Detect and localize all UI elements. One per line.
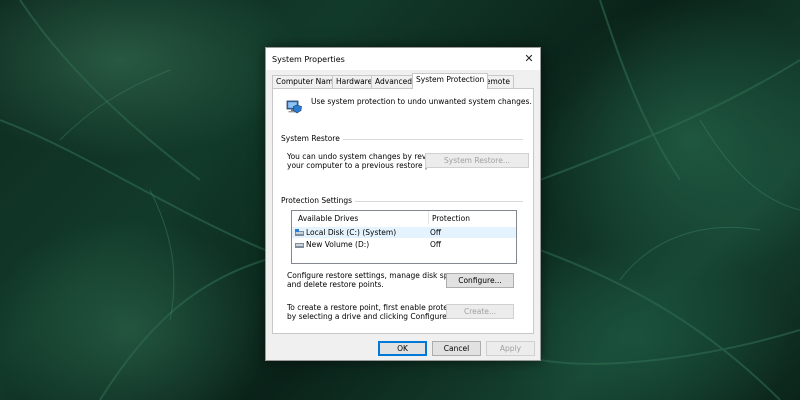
configure-description-line1: Configure restore settings, manage disk … xyxy=(287,271,465,280)
create-description-line2: by selecting a drive and clicking Config… xyxy=(287,312,450,321)
window-title: System Properties xyxy=(272,55,345,64)
tab-system-protection[interactable]: System Protection xyxy=(412,73,489,89)
system-restore-group-label: System Restore xyxy=(281,134,343,143)
drive-protection-status: Off xyxy=(430,228,442,237)
ok-button[interactable]: OK xyxy=(378,341,427,356)
intro-text: Use system protection to undo unwanted s… xyxy=(311,97,532,106)
drive-row-d[interactable]: New Volume (D:) Off xyxy=(292,239,516,250)
system-properties-dialog: System Properties ✕ Computer Name Hardwa… xyxy=(265,47,541,361)
close-icon[interactable]: ✕ xyxy=(518,48,540,70)
create-description-line1: To create a restore point, first enable … xyxy=(287,303,467,312)
apply-button[interactable]: Apply xyxy=(486,341,535,356)
system-protection-panel: Use system protection to undo unwanted s… xyxy=(272,88,534,334)
tab-hardware[interactable]: Hardware xyxy=(332,75,377,88)
configure-button[interactable]: Configure... xyxy=(446,273,514,288)
column-header-available-drives[interactable]: Available Drives xyxy=(298,214,358,223)
column-header-protection[interactable]: Protection xyxy=(432,214,470,223)
create-button[interactable]: Create... xyxy=(446,304,514,319)
drive-icon xyxy=(295,243,304,248)
system-drive-icon xyxy=(295,229,304,236)
configure-description-line2: and delete restore points. xyxy=(287,280,384,289)
computer-shield-icon xyxy=(286,100,302,114)
available-drives-list[interactable]: Available Drives Protection Local Disk (… xyxy=(291,210,517,264)
drive-row-c[interactable]: Local Disk (C:) (System) Off xyxy=(292,227,516,238)
drive-name: New Volume (D:) xyxy=(306,240,370,249)
tab-advanced[interactable]: Advanced xyxy=(371,75,417,88)
system-restore-button[interactable]: System Restore... xyxy=(425,153,529,168)
drive-protection-status: Off xyxy=(430,240,442,249)
configure-description: Configure restore settings, manage disk … xyxy=(287,271,464,289)
column-separator xyxy=(428,211,429,224)
title-bar: System Properties ✕ xyxy=(266,48,540,70)
drive-name: Local Disk (C:) (System) xyxy=(306,228,397,237)
protection-settings-group-label: Protection Settings xyxy=(281,196,356,205)
cancel-button[interactable]: Cancel xyxy=(432,341,481,356)
create-description: To create a restore point, first enable … xyxy=(287,303,466,321)
